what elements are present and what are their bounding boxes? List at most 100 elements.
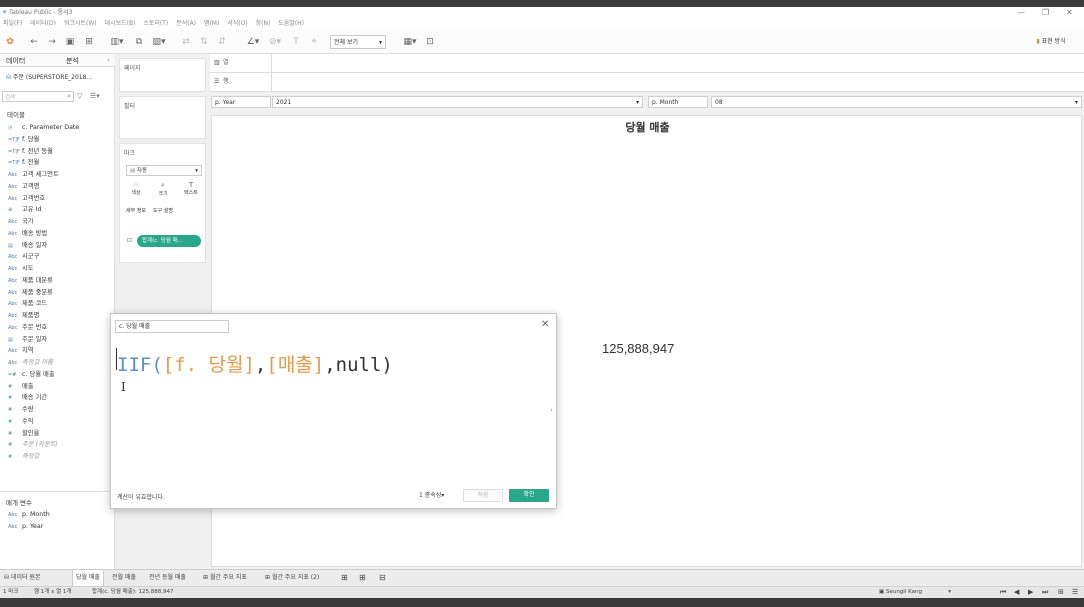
field-item[interactable]: =T|F f. 전년 동월 <box>8 146 53 157</box>
menu-worksheet[interactable]: 워크시트(W) <box>64 20 97 27</box>
year-filter-select[interactable]: 2021 ▾ <box>272 96 643 108</box>
new-story-icon[interactable]: ⊟ <box>376 570 389 586</box>
redo-icon[interactable]: → <box>46 35 58 49</box>
label-button[interactable]: T 텍스트 <box>180 181 202 203</box>
menu-help[interactable]: 도움말(H) <box>278 20 304 27</box>
color-button[interactable]: ⁙ 색상 <box>126 181 146 203</box>
minimize-button[interactable]: — <box>1017 7 1025 18</box>
ok-button[interactable]: 확인 <box>509 489 549 502</box>
mark-type-select[interactable]: ▤ 자동 ▾ <box>126 165 202 176</box>
menu-dashboard[interactable]: 대시보드(B) <box>105 20 136 27</box>
presentation-icon[interactable]: ⊡ <box>424 35 436 49</box>
field-item[interactable]: ◷ c. Parameter Date <box>8 122 79 133</box>
collapse-pane-icon[interactable]: ‹ <box>107 56 110 64</box>
show-me-button[interactable]: ▮ 표현 방식 <box>1026 35 1076 49</box>
formula-editor[interactable]: IIF([f. 당월],[매출],null) I › <box>115 340 557 485</box>
field-item[interactable]: Abc 국가 <box>8 216 34 227</box>
field-item[interactable]: Abc 제품명 <box>8 310 39 321</box>
field-item[interactable]: ▤ 주문 일자 <box>8 334 47 345</box>
pages-shelf[interactable]: 페이지 <box>119 58 206 92</box>
tab-datasource[interactable]: ⛁ 데이터 원본 <box>1 570 43 586</box>
field-item[interactable]: # 매출 <box>8 381 34 392</box>
menu-data[interactable]: 데이터(D) <box>30 20 56 27</box>
apply-button[interactable]: 적용 <box>463 489 503 502</box>
field-item[interactable]: ▤ 배송 일자 <box>8 240 47 251</box>
tab-current-month-sales[interactable]: 당월 매출 <box>72 570 104 586</box>
close-window-button[interactable]: ✕ <box>1066 7 1073 18</box>
field-item[interactable]: # 수익 <box>8 416 34 427</box>
field-item[interactable]: Abc 지역 <box>8 345 34 356</box>
field-item[interactable]: Abc 제품 중분류 <box>8 287 53 298</box>
pin-icon[interactable]: ⌖ <box>308 35 320 49</box>
new-dashboard-icon[interactable]: ⊞ <box>356 570 369 586</box>
duplicate-sheet-icon[interactable]: ⧉ <box>132 35 146 49</box>
calc-name-input[interactable]: c. 당월 매출 <box>115 320 229 333</box>
tab-monthly-kpi-2[interactable]: ⊞ 월간 주요 지표 (2) <box>262 570 322 586</box>
tab-monthly-kpi[interactable]: ⊞ 월간 주요 지표 <box>200 570 250 586</box>
field-item[interactable]: Abc 시군구 <box>8 251 39 262</box>
field-item[interactable]: Abc 고객번호 <box>8 193 45 204</box>
filter-icon[interactable]: ▽ <box>77 92 82 100</box>
datasource-item[interactable]: ⛁ 주문 (SUPERSTORE_2018... <box>6 72 92 81</box>
field-search-input[interactable]: 검색 ⌕ <box>2 91 74 102</box>
highlight-icon[interactable]: ∠▾ <box>244 35 262 49</box>
tab-analytics[interactable]: 분석 <box>66 56 79 66</box>
field-item[interactable]: Abc 제품 대분류 <box>8 275 53 286</box>
field-item[interactable]: Abc 제품 코드 <box>8 298 47 309</box>
menu-window[interactable]: 창(N) <box>256 20 271 27</box>
detail-button[interactable]: 세부 정보 <box>126 208 146 230</box>
last-page-icon[interactable]: ⏭ <box>1042 587 1048 598</box>
new-sheet-icon[interactable]: ▥▾ <box>108 35 126 49</box>
user-menu[interactable]: ▣ Seungil Kang ▾ <box>879 587 951 598</box>
save-icon[interactable]: ▣ <box>64 35 76 49</box>
columns-shelf[interactable]: ▥ 열 <box>210 54 1084 73</box>
list-view-icon[interactable]: ☰ <box>1072 587 1078 598</box>
param-item-p-month[interactable]: Abc p. Month <box>8 509 50 520</box>
close-icon[interactable]: ✕ <box>541 319 549 330</box>
group-icon[interactable]: ⊘▾ <box>266 35 284 49</box>
measure-pill[interactable]: 합계(c. 당월 매... <box>137 235 201 247</box>
first-page-icon[interactable]: ⏮ <box>1000 587 1006 598</box>
tab-data[interactable]: 데이터 <box>6 56 25 66</box>
new-datasource-icon[interactable]: ⊞ <box>82 35 96 49</box>
field-item[interactable]: Abc 배송 방법 <box>8 228 47 239</box>
field-item[interactable]: # 수량 <box>8 404 34 415</box>
labels-icon[interactable]: T <box>290 35 302 49</box>
sort-desc-icon[interactable]: ⇵ <box>216 35 228 49</box>
tab-prev-month-sales[interactable]: 전월 매출 <box>109 570 139 586</box>
field-item[interactable]: Abc 고객명 <box>8 181 39 192</box>
new-worksheet-icon[interactable]: ⊞ <box>338 570 351 586</box>
menu-analysis[interactable]: 분석(A) <box>176 20 196 27</box>
field-item[interactable]: =T|F f. 당월 <box>8 134 39 145</box>
menu-map[interactable]: 맵(M) <box>204 20 219 27</box>
field-item[interactable]: Abc 고객 세그먼트 <box>8 169 59 180</box>
clear-sheet-icon[interactable]: ▨▾ <box>150 35 168 49</box>
prev-page-icon[interactable]: ◀ <box>1014 587 1019 598</box>
size-button[interactable]: ⌕ 크기 <box>153 181 173 203</box>
next-page-icon[interactable]: ▶ <box>1028 587 1033 598</box>
rows-shelf[interactable]: ☰ 행 <box>210 73 1084 92</box>
field-item[interactable]: # 주문 (카운트) <box>8 439 58 450</box>
field-item[interactable]: # 할인율 <box>8 428 39 439</box>
tooltip-button[interactable]: 도구 설명 <box>153 208 173 230</box>
field-item[interactable]: Abc 주문 번호 <box>8 322 47 333</box>
field-item[interactable]: # 측정값 <box>8 451 39 462</box>
menu-file[interactable]: 파일(F) <box>3 20 22 27</box>
param-item-p-year[interactable]: Abc p. Year <box>8 521 43 532</box>
month-filter-select[interactable]: 08 ▾ <box>711 96 1082 108</box>
fit-select[interactable]: 전체 보기 ▾ <box>330 35 386 49</box>
field-item[interactable]: =# c. 당월 매출 <box>8 369 55 380</box>
field-item[interactable]: Abc 측정값 이름 <box>8 357 53 368</box>
field-item[interactable]: =T|F f. 전월 <box>8 157 39 168</box>
field-item[interactable]: Abc 시도 <box>8 263 34 274</box>
swap-icon[interactable]: ⇄ <box>180 35 192 49</box>
show-cards-icon[interactable]: ▦▾ <box>400 35 420 49</box>
menu-format[interactable]: 서식(O) <box>227 20 247 27</box>
start-icon[interactable]: ✿ <box>4 35 16 49</box>
restore-button[interactable]: ❐ <box>1042 7 1049 18</box>
dependencies-dropdown[interactable]: 1 종속성▾ <box>419 490 444 499</box>
field-item[interactable]: # 배송 기간 <box>8 392 47 403</box>
view-options-icon[interactable]: ☰▾ <box>90 92 100 100</box>
grid-view-icon[interactable]: ⊞ <box>1058 587 1064 598</box>
filters-shelf[interactable]: 필터 <box>119 96 206 139</box>
